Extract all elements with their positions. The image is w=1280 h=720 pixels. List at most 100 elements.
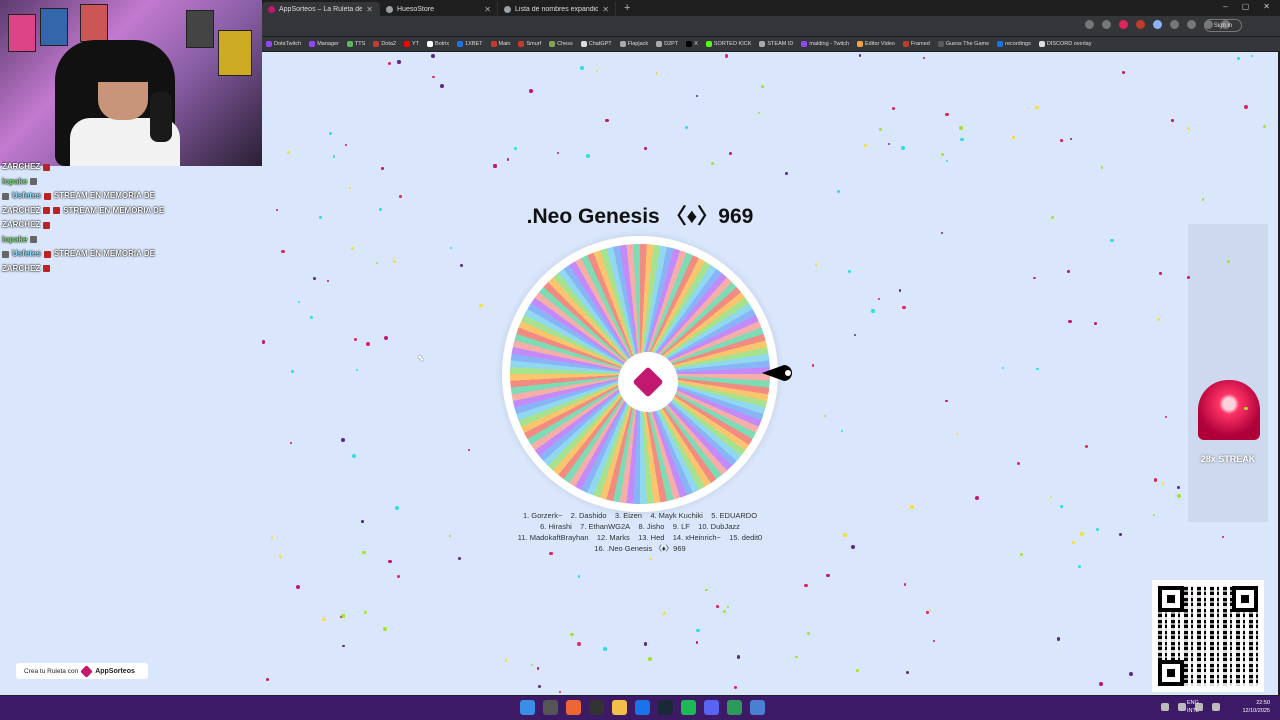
bookmark-item[interactable]: Chess bbox=[545, 41, 577, 47]
confetti-dot bbox=[1068, 319, 1072, 324]
search-icon[interactable] bbox=[543, 700, 558, 715]
app-icon[interactable] bbox=[727, 700, 742, 715]
bookmark-item[interactable]: Flapjack bbox=[616, 41, 652, 47]
spin-wheel[interactable] bbox=[502, 236, 778, 512]
tab-appsorteos[interactable]: AppSorteos – La Ruleta de la... ✕ bbox=[262, 2, 380, 16]
sign-in-button[interactable]: Sign in bbox=[1204, 19, 1242, 32]
tab-huesostore[interactable]: HuesoStore ✕ bbox=[380, 2, 498, 16]
bookmark-item[interactable]: ChatGPT bbox=[577, 41, 616, 47]
confetti-dot bbox=[605, 119, 609, 123]
bookmark-item[interactable]: Framed bbox=[899, 41, 934, 47]
bookmark-item[interactable]: STEAM ID bbox=[755, 41, 797, 47]
confetti-dot bbox=[448, 534, 451, 537]
confetti-dot bbox=[329, 131, 333, 136]
emote-icon bbox=[43, 207, 51, 215]
bookmark-favicon-icon bbox=[857, 41, 864, 47]
tab-close-icon[interactable]: ✕ bbox=[484, 5, 491, 14]
puzzle-icon[interactable] bbox=[1187, 20, 1196, 29]
confetti-dot bbox=[399, 195, 403, 199]
confetti-dot bbox=[1165, 415, 1168, 418]
bookmark-item[interactable]: Main bbox=[487, 41, 515, 47]
language-indicator[interactable]: ENG INTL bbox=[1187, 699, 1199, 715]
confetti-dot bbox=[804, 583, 809, 588]
obs-icon[interactable] bbox=[589, 700, 604, 715]
discord-icon[interactable] bbox=[704, 700, 719, 715]
tray-icon[interactable] bbox=[1178, 703, 1186, 711]
steam-icon[interactable] bbox=[658, 700, 673, 715]
star-icon[interactable] bbox=[1102, 20, 1111, 29]
install-icon[interactable] bbox=[1085, 20, 1094, 29]
confetti-dot bbox=[945, 159, 949, 163]
bookmark-item[interactable]: X bbox=[682, 41, 702, 47]
bookmark-item[interactable]: Editor Video bbox=[853, 41, 899, 47]
confetti-dot bbox=[1012, 136, 1015, 139]
confetti-dot bbox=[364, 611, 367, 614]
clock[interactable]: 22:50 12/10/2025 bbox=[1242, 699, 1270, 715]
minimize-icon[interactable]: – bbox=[1223, 2, 1227, 11]
bookmark-item[interactable]: Dota2 bbox=[369, 41, 400, 47]
chat-text: ZARCHEZ bbox=[2, 220, 41, 229]
confetti-dot bbox=[733, 685, 737, 690]
extension-icon[interactable] bbox=[1170, 20, 1179, 29]
chat-text: STREAM EN MEMORIA DE bbox=[53, 249, 155, 258]
bookmark-item[interactable]: D2PT bbox=[652, 41, 682, 47]
bookmark-label: YT bbox=[412, 41, 420, 47]
tab-favicon-icon bbox=[268, 5, 275, 13]
confetti-dot bbox=[450, 246, 453, 249]
participant-name: 4. Mayk Kuchiki bbox=[650, 511, 703, 520]
bookmark-favicon-icon bbox=[404, 41, 411, 47]
participant-name: 9. LF bbox=[672, 522, 690, 531]
wheel-segments[interactable] bbox=[510, 244, 770, 504]
extension-icon[interactable] bbox=[1136, 20, 1145, 29]
bookmark-item[interactable]: Smurf bbox=[514, 41, 545, 47]
start-icon[interactable] bbox=[520, 700, 535, 715]
bookmark-label: Smurf bbox=[526, 41, 542, 47]
bookmark-label: Dota2 bbox=[381, 41, 397, 47]
confetti-dot bbox=[432, 75, 435, 79]
confetti-dot bbox=[1066, 270, 1070, 274]
extension-icon[interactable] bbox=[1119, 20, 1128, 29]
bookmark-item[interactable]: YT bbox=[400, 41, 423, 47]
participant-name: 15. dedit0 bbox=[729, 533, 763, 542]
brand-name: AppSorteos bbox=[95, 667, 135, 675]
confetti-dot bbox=[879, 128, 882, 131]
bookmark-label: Chess bbox=[557, 41, 573, 47]
tray-icon[interactable] bbox=[1161, 703, 1169, 711]
bookmark-favicon-icon bbox=[373, 41, 380, 47]
bookmark-item[interactable]: Manager bbox=[305, 41, 343, 47]
bookmark-item[interactable]: Botrix bbox=[423, 41, 453, 47]
confetti-dot bbox=[705, 588, 709, 592]
new-tab-icon[interactable]: + bbox=[624, 2, 630, 14]
browser-icon[interactable] bbox=[635, 700, 650, 715]
confetti-dot bbox=[1161, 482, 1165, 485]
bookmark-item[interactable]: TTS bbox=[343, 41, 369, 47]
bookmark-item[interactable]: DISCORD overlay bbox=[1035, 41, 1096, 47]
confetti-dot bbox=[892, 107, 896, 111]
app-icon[interactable] bbox=[566, 700, 581, 715]
tab-close-icon[interactable]: ✕ bbox=[602, 5, 609, 14]
tray-icon[interactable] bbox=[1212, 703, 1220, 711]
confetti-dot bbox=[959, 126, 963, 130]
create-wheel-link[interactable]: Crea tu Ruleta con AppSorteos bbox=[16, 663, 148, 679]
bookmark-item[interactable]: DotaTwitch bbox=[262, 41, 305, 47]
bookmark-item[interactable]: Guess The Game bbox=[934, 41, 993, 47]
spotify-icon[interactable] bbox=[681, 700, 696, 715]
wheel-hub[interactable] bbox=[618, 352, 678, 412]
close-window-icon[interactable]: ✕ bbox=[1263, 2, 1270, 11]
confetti-dot bbox=[395, 505, 400, 510]
folder-icon[interactable] bbox=[612, 700, 627, 715]
maximize-icon[interactable]: ▢ bbox=[1242, 2, 1250, 11]
bookmark-item[interactable]: 1XBET bbox=[453, 41, 486, 47]
chat-username: lopake bbox=[2, 234, 28, 244]
bookmark-item[interactable]: recordings bbox=[993, 41, 1035, 47]
confetti-dot bbox=[1226, 259, 1230, 263]
bookmark-item[interactable]: malding - Twitch bbox=[797, 41, 853, 47]
confetti-dot bbox=[1001, 366, 1005, 370]
tab-close-icon[interactable]: ✕ bbox=[366, 5, 373, 14]
confetti-dot bbox=[1057, 637, 1061, 641]
extension-icon[interactable] bbox=[1153, 20, 1162, 29]
tab-lista-nombres[interactable]: Lista de nombres expandida ✕ bbox=[498, 2, 616, 16]
bookmark-item[interactable]: SORTEO KICK bbox=[702, 41, 756, 47]
confetti-dot bbox=[940, 153, 944, 157]
notepad-icon[interactable] bbox=[750, 700, 765, 715]
